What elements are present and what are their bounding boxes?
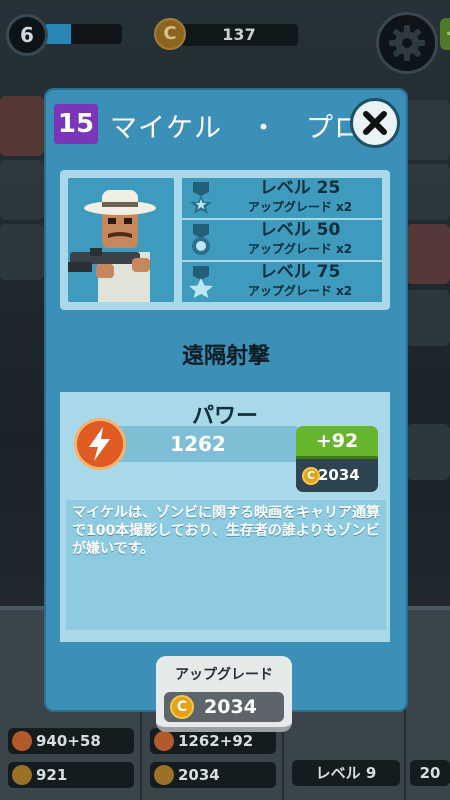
hero-card-cost: 921 bbox=[8, 762, 134, 788]
upgrade-button-label: アップグレード bbox=[175, 667, 273, 683]
add-coins-button[interactable]: + bbox=[440, 18, 450, 50]
stat-upgrade-preview: +92 C 2034 bbox=[296, 426, 378, 492]
hero-card-level: レベル 9 bbox=[292, 760, 400, 786]
coin-amount: 137 bbox=[180, 24, 298, 46]
lightning-icon bbox=[12, 731, 32, 751]
hero-portrait bbox=[68, 178, 174, 302]
level-upgrade-item: レベル 25 アップグレード x2 bbox=[182, 178, 382, 218]
medal-star-icon bbox=[189, 266, 213, 298]
upgrade-button[interactable]: アップグレード C 2034 bbox=[156, 656, 292, 732]
modal-header: 15 マイケル ・ プロ bbox=[54, 98, 400, 148]
coin-icon bbox=[12, 765, 32, 785]
coin-icon: C bbox=[154, 18, 186, 50]
coin-icon: C bbox=[302, 467, 320, 485]
side-shop-tile bbox=[0, 160, 44, 220]
upgrade-bonus: アップグレード x2 bbox=[247, 284, 353, 298]
ability-name: 遠隔射撃 bbox=[181, 344, 270, 369]
lightning-icon bbox=[154, 731, 174, 751]
coin-icon bbox=[154, 765, 174, 785]
hero-overview-panel: レベル 25 アップグレード x2 レベル 50 アップグレード x2 レベル … bbox=[60, 170, 390, 310]
gear-icon bbox=[389, 25, 425, 61]
upgrade-level: レベル 75 bbox=[259, 262, 341, 282]
stat-increase: +92 bbox=[296, 426, 378, 459]
hero-card-locked[interactable]: 20 bbox=[406, 606, 450, 800]
gift-tile bbox=[406, 224, 450, 284]
side-shop-tile bbox=[0, 224, 44, 280]
crown-tile bbox=[406, 164, 450, 220]
level-upgrade-item: レベル 75 アップグレード x2 bbox=[182, 262, 382, 302]
close-icon bbox=[363, 111, 387, 135]
settings-button[interactable] bbox=[376, 12, 438, 74]
hero-description: マイケルは、ゾンビに関する映画をキャリア通算で100本撮影しており、生存者の誰よ… bbox=[66, 500, 386, 630]
hero-detail-modal: 15 マイケル ・ プロ レベル 25 アップグレード x2 レベル 50 アッ… bbox=[44, 88, 408, 732]
upgrade-level: レベル 50 bbox=[259, 220, 341, 240]
level-upgrade-item: レベル 50 アップグレード x2 bbox=[182, 220, 382, 260]
lightning-icon bbox=[74, 418, 126, 470]
hero-card-level: 20 bbox=[410, 760, 450, 786]
trophy-tile bbox=[406, 290, 450, 346]
upgrade-level: レベル 25 bbox=[259, 178, 341, 198]
close-button[interactable] bbox=[350, 98, 400, 148]
hero-card-power: 940+58 bbox=[8, 728, 134, 754]
player-level-meter: 6 bbox=[6, 14, 122, 56]
stat-upgrade-cost: C 2034 bbox=[296, 459, 378, 492]
medal-round-icon bbox=[192, 224, 210, 255]
upgrade-button-price: C 2034 bbox=[164, 692, 284, 722]
upgrade-bonus: アップグレード x2 bbox=[247, 200, 353, 214]
ads-tile bbox=[406, 100, 450, 160]
stat-panel: パワー 1262 +92 C 2034 マイケルは、ゾンビに関する映画をキャリア… bbox=[60, 392, 390, 642]
hero-card-cost: 2034 bbox=[150, 762, 276, 788]
coin-counter: 137 C + bbox=[152, 18, 450, 52]
hero-level-badge: 15 bbox=[54, 104, 98, 144]
upgrade-bonus: アップグレード x2 bbox=[247, 242, 353, 256]
hero-name: マイケル ・ プロ bbox=[110, 113, 362, 144]
hero-portrait-image bbox=[68, 190, 156, 302]
map-tile bbox=[406, 424, 450, 480]
medal-star-icon bbox=[190, 182, 212, 214]
player-level: 6 bbox=[6, 14, 48, 56]
power-value: 1262 bbox=[98, 426, 298, 462]
coin-icon: C bbox=[170, 695, 194, 719]
xp-bar bbox=[44, 24, 122, 44]
level-upgrade-list: レベル 25 アップグレード x2 レベル 50 アップグレード x2 レベル … bbox=[182, 178, 382, 302]
side-shop-tile bbox=[0, 96, 44, 156]
